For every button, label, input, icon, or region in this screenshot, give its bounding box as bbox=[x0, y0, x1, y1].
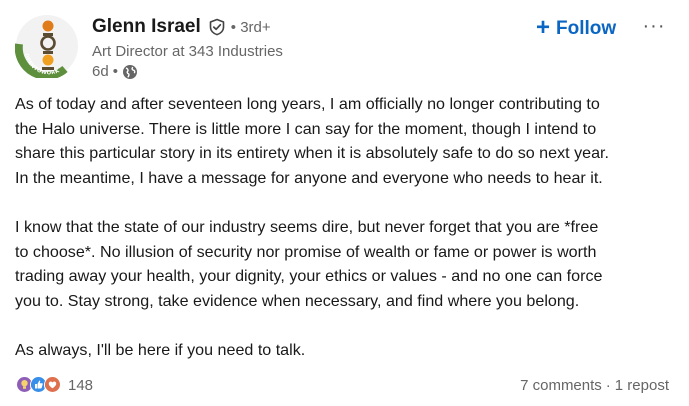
post-text: As of today and after seventeen long yea… bbox=[15, 92, 680, 363]
plus-icon: + bbox=[536, 14, 551, 41]
author-row: Glenn Israel • 3rd+ bbox=[92, 16, 271, 38]
post-paragraph: As of today and after seventeen long yea… bbox=[15, 92, 680, 190]
text-line: As always, I'll be here if you need to t… bbox=[15, 340, 306, 359]
counts-separator: · bbox=[605, 377, 611, 394]
text-line: trading away your health, your dignity, … bbox=[15, 267, 603, 286]
follow-label: Follow bbox=[556, 18, 617, 39]
author-name[interactable]: Glenn Israel bbox=[92, 16, 201, 38]
post-time: 6d bbox=[92, 63, 109, 80]
text-line: you to. Stay strong, take evidence when … bbox=[15, 291, 580, 310]
post-meta: 6d • bbox=[92, 63, 138, 80]
text-line: to choose*. No illusion of security nor … bbox=[15, 242, 597, 261]
post-paragraph: I know that the state of our industry se… bbox=[15, 215, 680, 313]
feed-post: OPENTOWORK Glenn Israel • 3rd+ Art Direc… bbox=[0, 0, 689, 406]
avatar[interactable]: OPENTOWORK bbox=[14, 14, 79, 80]
text-line: As of today and after seventeen long yea… bbox=[15, 95, 600, 113]
follow-button[interactable]: + Follow bbox=[530, 14, 622, 44]
avatar-image: OPENTOWORK bbox=[14, 15, 78, 80]
text-line: the Halo universe. There is little more … bbox=[15, 119, 597, 138]
social-counts: 7 comments · 1 repost bbox=[520, 377, 669, 394]
text-line: share this particular story in its entir… bbox=[15, 144, 609, 163]
reaction-count: 148 bbox=[68, 376, 94, 394]
comments-count-link[interactable]: 7 comments bbox=[520, 377, 602, 394]
text-line: I know that the state of our industry se… bbox=[15, 217, 599, 236]
globe-icon bbox=[122, 64, 138, 80]
post-paragraph: As always, I'll be here if you need to t… bbox=[15, 338, 680, 363]
reposts-count-link[interactable]: 1 repost bbox=[615, 377, 669, 394]
text-line: In the meantime, I have a message for an… bbox=[15, 168, 603, 187]
connection-degree: • 3rd+ bbox=[230, 18, 271, 36]
more-options-button[interactable]: ··· bbox=[640, 14, 668, 38]
meta-separator: • bbox=[112, 63, 118, 80]
verified-shield-icon bbox=[208, 18, 226, 36]
author-headline: Art Director at 343 Industries bbox=[92, 43, 283, 60]
reactions-summary[interactable]: 148 bbox=[16, 376, 93, 394]
love-icon bbox=[44, 376, 62, 394]
